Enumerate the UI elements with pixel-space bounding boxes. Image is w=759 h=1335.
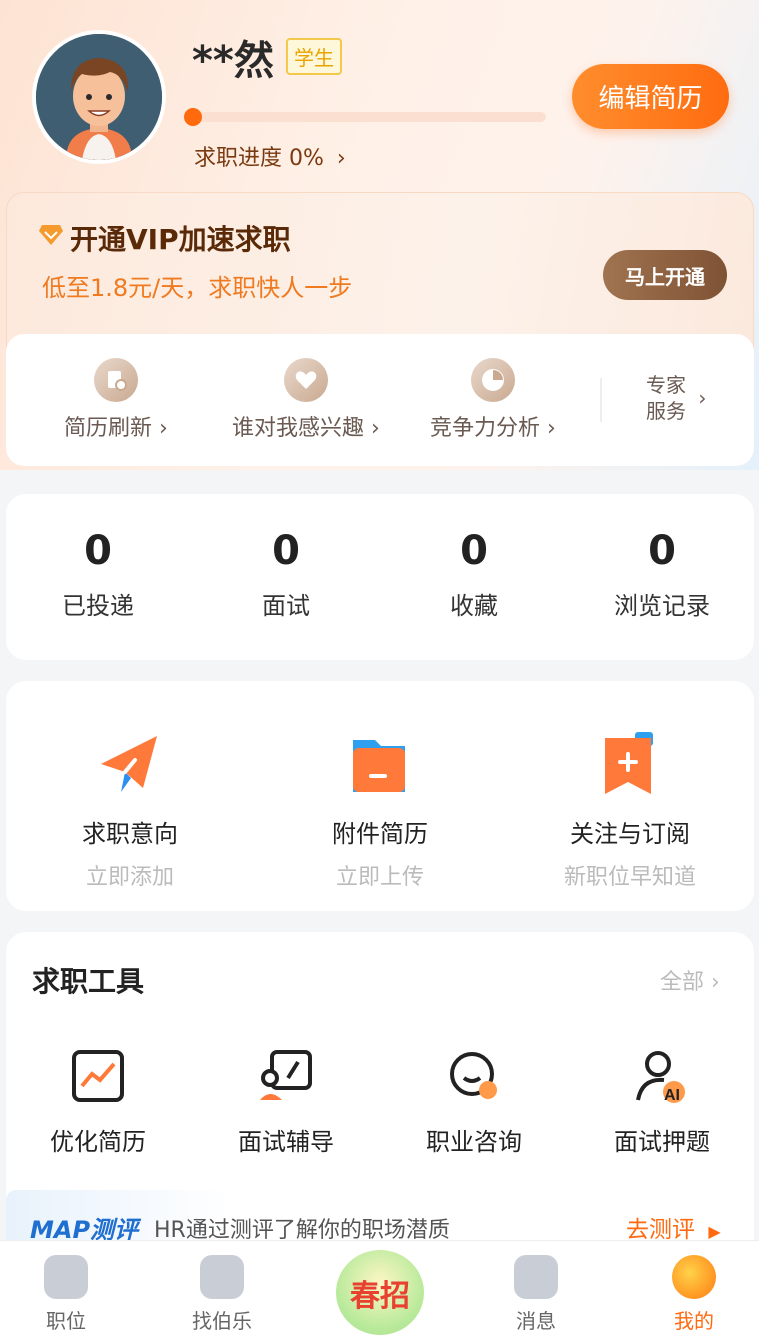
- spring-recruit-label: 春招: [350, 1278, 410, 1314]
- stat-value: 0: [272, 528, 300, 574]
- stat-value: 0: [460, 528, 488, 574]
- caret-right-icon: ▶: [708, 1222, 721, 1241]
- service-resume-refresh[interactable]: 简历刷新 ›: [64, 358, 168, 442]
- divider: [600, 378, 602, 422]
- ai-person-icon: AI: [634, 1048, 690, 1104]
- job-progress-knob: [184, 108, 202, 126]
- service-who-interested[interactable]: 谁对我感兴趣 ›: [232, 358, 380, 442]
- service-expert[interactable]: 专家 服务 ›: [646, 372, 706, 424]
- tab-find-mentor[interactable]: 找伯乐: [172, 1255, 272, 1334]
- expert-line1: 专家: [646, 373, 686, 397]
- resume-refresh-icon: [93, 358, 138, 402]
- stat-label: 面试: [262, 592, 310, 620]
- service-label: 竞争力分析: [430, 416, 541, 441]
- tool-interview-coaching[interactable]: 面试辅导: [196, 1048, 376, 1157]
- job-progress-label: 求职进度 0%: [194, 146, 324, 171]
- service-label: 简历刷新: [64, 416, 153, 441]
- folder-icon: [345, 730, 415, 800]
- tab-label: 找伯乐: [192, 1309, 252, 1333]
- tool-optimize-resume[interactable]: 优化简历: [8, 1048, 188, 1157]
- tools-all-label: 全部: [660, 970, 705, 995]
- action-attachment-resume[interactable]: 附件简历 立即上传: [260, 730, 500, 891]
- job-progress-link[interactable]: 求职进度 0% ›: [194, 140, 346, 172]
- expert-line2: 服务: [646, 399, 686, 423]
- action-label: 关注与订阅: [570, 820, 690, 848]
- stat-interview[interactable]: 0 面试: [196, 528, 376, 621]
- tool-label: 面试押题: [614, 1128, 710, 1156]
- action-sub: 新职位早知道: [563, 865, 696, 890]
- tab-label: 消息: [516, 1309, 556, 1333]
- action-follow-subscribe[interactable]: 关注与订阅 新职位早知道: [510, 730, 750, 891]
- stat-applied[interactable]: 0 已投递: [8, 528, 188, 621]
- action-label: 附件简历: [332, 820, 428, 848]
- tools-title: 求职工具: [32, 965, 145, 998]
- tab-messages[interactable]: 消息: [486, 1255, 586, 1334]
- heart-icon: [283, 358, 328, 402]
- vip-subtitle: 低至1.8元/天，求职快人一步: [42, 274, 353, 302]
- message-icon: [514, 1255, 558, 1299]
- action-job-intention[interactable]: 求职意向 立即添加: [10, 730, 250, 891]
- chevron-right-icon: ›: [336, 146, 346, 171]
- chat-icon: [446, 1048, 502, 1104]
- tool-career-consulting[interactable]: 职业咨询: [384, 1048, 564, 1157]
- stat-value: 0: [84, 528, 112, 574]
- stat-label: 已投递: [62, 592, 134, 620]
- svg-text:AI: AI: [664, 1087, 680, 1104]
- tab-mine[interactable]: 我的: [644, 1255, 744, 1334]
- service-competitiveness[interactable]: 竞争力分析 ›: [430, 358, 556, 442]
- job-progress-bar: [186, 112, 546, 122]
- bag-icon: [44, 1255, 88, 1299]
- tool-label: 职业咨询: [426, 1128, 522, 1156]
- diamond-icon: [39, 225, 63, 245]
- student-badge: 学生: [286, 38, 342, 75]
- stat-label: 收藏: [450, 592, 498, 620]
- pie-chart-icon: [470, 358, 515, 402]
- chart-up-icon: [70, 1048, 126, 1104]
- service-label: 谁对我感兴趣: [232, 416, 365, 441]
- tool-label: 优化简历: [50, 1128, 146, 1156]
- tool-interview-prediction[interactable]: AI 面试押题: [572, 1048, 752, 1157]
- profile-icon: [672, 1255, 716, 1299]
- stat-label: 浏览记录: [614, 592, 710, 620]
- edit-resume-button[interactable]: 编辑简历: [572, 64, 729, 129]
- paper-plane-icon: [95, 730, 165, 800]
- tab-jobs[interactable]: 职位: [16, 1255, 116, 1334]
- interview-icon: [258, 1048, 314, 1104]
- action-label: 求职意向: [82, 820, 178, 848]
- avatar[interactable]: [32, 30, 166, 164]
- bookmark-add-icon: [595, 730, 665, 800]
- tab-label: 我的: [674, 1309, 714, 1333]
- stat-history[interactable]: 0 浏览记录: [572, 528, 752, 621]
- stat-value: 0: [648, 528, 676, 574]
- tab-label: 职位: [46, 1309, 86, 1333]
- action-sub: 立即添加: [85, 865, 174, 890]
- vip-title: 开通VIP加速求职: [70, 223, 291, 256]
- avatar-illustration-icon: [36, 34, 162, 160]
- open-vip-button[interactable]: 马上开通: [603, 250, 727, 300]
- action-sub: 立即上传: [335, 865, 424, 890]
- username: **然: [192, 38, 274, 84]
- map-go-button[interactable]: 去测评 ▶: [626, 1210, 721, 1244]
- tools-all-link[interactable]: 全部 ›: [660, 964, 720, 996]
- stat-favorites[interactable]: 0 收藏: [384, 528, 564, 621]
- chevron-right-icon: ›: [711, 970, 720, 995]
- tool-label: 面试辅导: [238, 1128, 334, 1156]
- chevron-right-icon: ›: [698, 386, 707, 410]
- tab-spring-recruit[interactable]: 春招: [336, 1250, 424, 1335]
- leaf-icon: [200, 1255, 244, 1299]
